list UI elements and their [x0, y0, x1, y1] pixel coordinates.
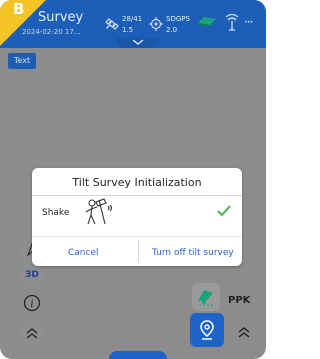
tilt-init-dialog: Tilt Survey Initialization Shake Cancel … [32, 168, 242, 266]
expand-up-button-left[interactable] [19, 320, 45, 346]
satellite-status[interactable]: 28/41 1.5 [104, 14, 148, 36]
dialog-button-separator [138, 240, 139, 262]
location-pin-icon [200, 320, 214, 340]
fix-value: 2.0 [166, 26, 178, 34]
info-icon: i [23, 294, 41, 312]
satellite-count: 28/41 [122, 15, 143, 23]
top-bar: B Survey 2024-02-20 17... 28/41 1.5 SDGP… [0, 0, 266, 48]
pole-tilt-icon[interactable] [196, 14, 218, 28]
bottom-pull-tab[interactable] [109, 351, 167, 359]
shake-pole-icon [85, 198, 113, 225]
double-chevron-up-icon [238, 327, 250, 338]
survey-point-button[interactable] [190, 313, 224, 347]
double-chevron-up-icon [26, 328, 38, 339]
satellite-value: 1.5 [122, 26, 134, 34]
check-icon [217, 205, 231, 217]
view-3d-label: 3D [25, 270, 39, 280]
dialog-footer-divider [32, 236, 242, 237]
radio-signal-icon[interactable] [224, 13, 240, 31]
position-status[interactable]: SDGPS 2.0 [148, 14, 192, 36]
info-button[interactable]: i [19, 290, 45, 316]
dialog-divider [32, 195, 242, 196]
stakeout-icon [198, 290, 215, 306]
page-title[interactable]: Survey [38, 10, 83, 25]
chevron-down-icon [132, 39, 144, 45]
app-frame: B Survey 2024-02-20 17... 28/41 1.5 SDGP… [0, 0, 266, 359]
top-pull-tab[interactable] [116, 38, 160, 48]
expand-up-button-right[interactable] [232, 320, 256, 344]
ppk-label[interactable]: PPK [228, 295, 250, 306]
cancel-button[interactable]: Cancel [68, 248, 99, 258]
dialog-title: Tilt Survey Initialization [72, 176, 202, 189]
stakeout-button[interactable] [192, 283, 220, 311]
gps-target-icon [149, 17, 163, 31]
turn-off-tilt-survey-button[interactable]: Turn off tilt survey [152, 248, 234, 258]
mode-badge-letter: B [13, 0, 25, 18]
shake-label: Shake [42, 208, 70, 218]
page-subtitle: 2024-02-20 17... [22, 28, 81, 36]
text-chip[interactable]: Text [8, 53, 36, 69]
more-icon[interactable]: ··· [244, 15, 254, 29]
satellite-icon [105, 18, 119, 30]
fix-type: SDGPS [166, 15, 190, 23]
info-glyph: i [30, 299, 33, 310]
